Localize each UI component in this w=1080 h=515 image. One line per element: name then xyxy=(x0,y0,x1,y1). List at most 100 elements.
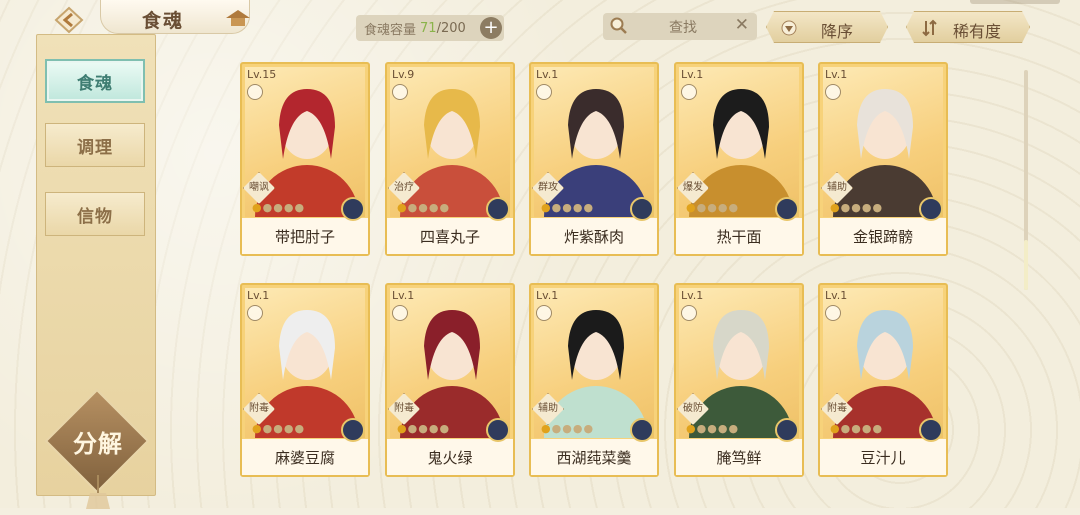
flame-icon: ● xyxy=(717,422,729,435)
flame-icon: ● xyxy=(252,201,263,214)
sidebar-item-tokens[interactable]: 信物 xyxy=(45,192,145,236)
character-card[interactable]: Lv.1 附毒 ●●●●● 鬼火绿 xyxy=(385,283,515,477)
flame-icon: ● xyxy=(861,201,873,214)
star-rating: ●●●●● xyxy=(397,422,450,435)
capacity-add-button[interactable]: + xyxy=(480,17,502,39)
card-name: 炸紫酥肉 xyxy=(563,227,624,246)
character-card[interactable]: Lv.1 辅助 ●●●●● 西湖莼菜羹 xyxy=(529,283,659,477)
element-badge-icon xyxy=(486,418,510,442)
card-name: 四喜丸子 xyxy=(419,227,480,246)
flame-icon: ● xyxy=(728,422,740,435)
flame-icon: ● xyxy=(572,201,584,214)
lock-icon[interactable] xyxy=(536,84,552,100)
flame-icon: ● xyxy=(728,201,740,214)
flame-icon: ● xyxy=(872,422,884,435)
lock-icon[interactable] xyxy=(392,84,408,100)
sidebar-item-soul[interactable]: 食魂 xyxy=(45,59,145,103)
flame-icon: ● xyxy=(562,201,573,214)
element-badge-icon xyxy=(919,197,943,221)
decompose-label[interactable]: 分解 xyxy=(58,424,138,459)
flame-icon: ● xyxy=(418,201,429,214)
star-rating: ●●●●● xyxy=(686,201,739,214)
card-name-bar: 西湖莼菜羹 xyxy=(531,439,657,475)
card-level: Lv.1 xyxy=(825,68,848,81)
flame-icon: ● xyxy=(407,201,419,214)
card-name-bar: 腌笃鲜 xyxy=(676,439,802,475)
flame-icon: ● xyxy=(252,422,263,435)
card-level: Lv.1 xyxy=(392,289,415,302)
character-card[interactable]: Lv.1 爆发 ●●●●● 热干面 xyxy=(674,62,804,256)
lock-icon[interactable] xyxy=(681,84,697,100)
capacity-display: 食魂容量 71 /200 + xyxy=(356,15,504,41)
triangle-down-icon xyxy=(781,20,797,36)
clear-search-icon[interactable]: ✕ xyxy=(735,15,749,35)
flame-icon: ● xyxy=(686,201,697,214)
lock-icon[interactable] xyxy=(536,305,552,321)
element-badge-icon xyxy=(919,418,943,442)
flame-icon: ● xyxy=(283,201,295,214)
star-rating: ●●●●● xyxy=(686,422,739,435)
search-input[interactable]: 查找 ✕ xyxy=(603,13,757,40)
character-card[interactable]: Lv.15 嘲讽 ●●●●● 带把肘子 xyxy=(240,62,370,256)
flame-icon: ● xyxy=(830,201,841,214)
element-badge-icon xyxy=(775,418,799,442)
character-card[interactable]: Lv.9 治疗 ●●●●● 四喜丸子 xyxy=(385,62,515,256)
element-badge-icon xyxy=(341,418,365,442)
card-name: 西湖莼菜羹 xyxy=(556,448,632,467)
star-rating: ●●●●● xyxy=(397,201,450,214)
star-rating: ●●●●● xyxy=(252,422,305,435)
home-icon[interactable] xyxy=(224,8,252,32)
sort-by-button[interactable]: 稀有度 xyxy=(906,11,1030,43)
flame-icon: ● xyxy=(397,201,408,214)
lock-icon[interactable] xyxy=(247,84,263,100)
flame-icon: ● xyxy=(439,422,451,435)
lock-icon[interactable] xyxy=(825,305,841,321)
card-name-bar: 热干面 xyxy=(676,218,802,254)
flame-icon: ● xyxy=(294,201,306,214)
character-card[interactable]: Lv.1 附毒 ●●●●● 麻婆豆腐 xyxy=(240,283,370,477)
element-badge-icon xyxy=(775,197,799,221)
flame-icon: ● xyxy=(830,422,841,435)
sort-order-button[interactable]: 降序 xyxy=(766,11,888,43)
sort-arrows-icon xyxy=(921,19,939,37)
flame-icon: ● xyxy=(262,201,274,214)
sort-by-label: 稀有度 xyxy=(953,22,1002,41)
flame-icon: ● xyxy=(696,201,708,214)
element-badge-icon xyxy=(341,197,365,221)
character-card[interactable]: Lv.1 辅助 ●●●●● 金银蹄髈 xyxy=(818,62,948,256)
element-badge-icon xyxy=(630,197,654,221)
flame-icon: ● xyxy=(273,201,284,214)
lock-icon[interactable] xyxy=(247,305,263,321)
lock-icon[interactable] xyxy=(392,305,408,321)
flame-icon: ● xyxy=(572,422,584,435)
sidebar-item-label: 食魂 xyxy=(77,73,113,94)
flame-icon: ● xyxy=(428,422,440,435)
star-rating: ●●●●● xyxy=(541,201,594,214)
back-button[interactable] xyxy=(52,5,86,35)
flame-icon: ● xyxy=(583,422,595,435)
character-card[interactable]: Lv.1 群攻 ●●●●● 炸紫酥肉 xyxy=(529,62,659,256)
flame-icon: ● xyxy=(551,422,563,435)
card-name-bar: 四喜丸子 xyxy=(387,218,513,254)
character-card[interactable]: Lv.1 附毒 ●●●●● 豆汁儿 xyxy=(818,283,948,477)
flame-icon: ● xyxy=(686,422,697,435)
flame-icon: ● xyxy=(273,422,284,435)
scrollbar-thumb[interactable] xyxy=(1024,240,1028,290)
sidebar-item-conditioning[interactable]: 调理 xyxy=(45,123,145,167)
card-level: Lv.1 xyxy=(681,68,704,81)
character-card[interactable]: Lv.1 破防 ●●●●● 腌笃鲜 xyxy=(674,283,804,477)
lock-icon[interactable] xyxy=(681,305,697,321)
tassel-icon xyxy=(86,475,110,509)
capacity-total: /200 xyxy=(436,20,466,36)
flame-icon: ● xyxy=(418,422,429,435)
flame-icon: ● xyxy=(551,201,563,214)
card-name-bar: 炸紫酥肉 xyxy=(531,218,657,254)
flame-icon: ● xyxy=(541,422,552,435)
card-name: 麻婆豆腐 xyxy=(274,448,335,467)
flame-icon: ● xyxy=(562,422,573,435)
flame-icon: ● xyxy=(583,201,595,214)
flame-icon: ● xyxy=(717,201,729,214)
lock-icon[interactable] xyxy=(825,84,841,100)
card-name: 鬼火绿 xyxy=(427,448,473,467)
card-name: 金银蹄髈 xyxy=(852,227,913,246)
